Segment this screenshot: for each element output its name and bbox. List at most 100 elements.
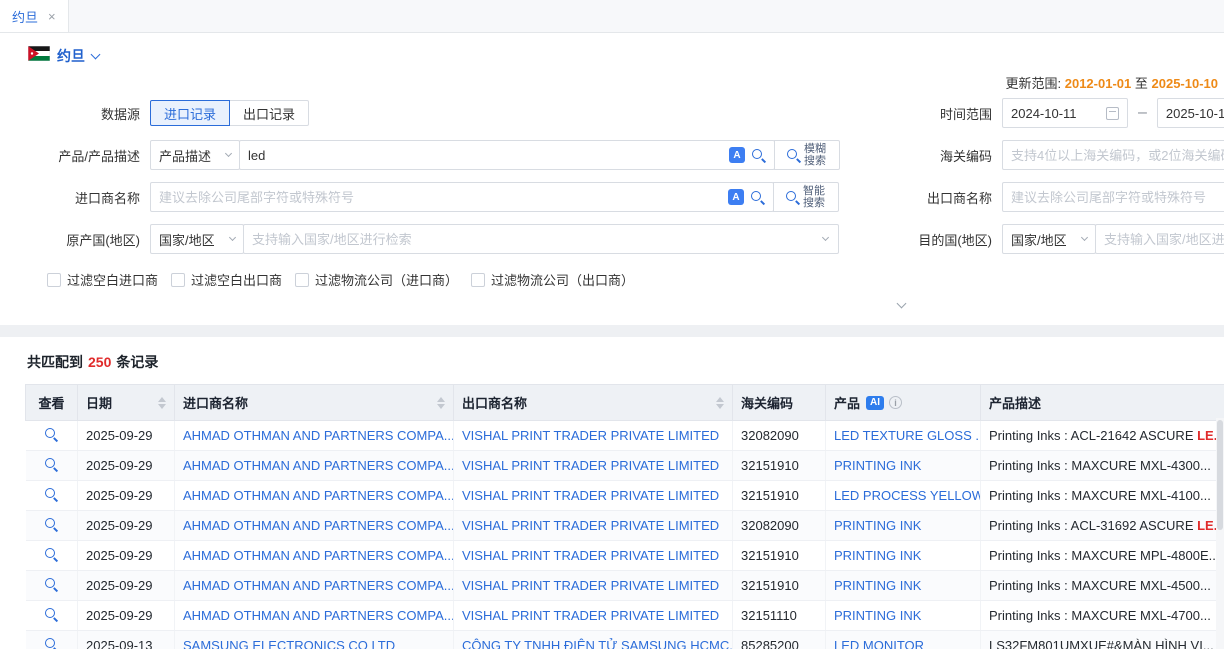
view-search-icon[interactable] (44, 517, 59, 532)
importer-link[interactable]: AHMAD OTHMAN AND PARTNERS COMPA... (183, 548, 454, 563)
view-search-icon[interactable] (44, 487, 59, 502)
filter-logistics-importer-checkbox[interactable]: 过滤物流公司（进口商） (295, 270, 458, 289)
view-search-icon[interactable] (44, 547, 59, 562)
tab-jordan[interactable]: 约旦 × (0, 0, 69, 32)
importer-link[interactable]: AHMAD OTHMAN AND PARTNERS COMPA... (183, 518, 454, 533)
vertical-scrollbar[interactable] (1216, 418, 1224, 649)
form-row-origin: 原产国(地区) 国家/地区 目的国(地区) 国家/地区 (22, 224, 1224, 254)
checkbox[interactable] (47, 273, 61, 287)
exporter-link[interactable]: VISHAL PRINT TRADER PRIVATE LIMITED (462, 608, 719, 623)
importer-link[interactable]: SAMSUNG ELECTRONICS CO LTD (183, 638, 395, 649)
product-link[interactable]: LED PROCESS YELLOW... (834, 488, 981, 503)
sort-icons[interactable] (158, 397, 166, 409)
destination-country-input[interactable] (1096, 225, 1224, 253)
product-link[interactable]: PRINTING INK (834, 458, 921, 473)
exporter-search-field (1002, 182, 1224, 212)
search-icon (786, 148, 801, 163)
collapse-chevron-icon[interactable] (897, 299, 907, 309)
hs-code-input[interactable] (1003, 141, 1224, 169)
checkbox[interactable] (295, 273, 309, 287)
origin-country-select[interactable]: 国家/地区 (150, 224, 244, 254)
chevron-down-icon[interactable] (822, 233, 829, 240)
time-range-label: 时间范围 (840, 104, 992, 123)
results-table: 查看 日期 进口商名称 出口商名称 (25, 384, 1224, 649)
import-records-tab[interactable]: 进口记录 (150, 100, 230, 126)
form-row-importer: 进口商名称 A 智能搜索 出口商名称 (22, 182, 1224, 212)
table-row[interactable]: 2025-09-29 AHMAD OTHMAN AND PARTNERS COM… (26, 451, 1224, 481)
form-row-product: 产品/产品描述 产品描述 A 模糊搜索 海关编码 (22, 140, 1224, 170)
importer-search-input[interactable] (151, 183, 722, 211)
sort-icons[interactable] (716, 397, 724, 409)
table-row[interactable]: 2025-09-29 AHMAD OTHMAN AND PARTNERS COM… (26, 571, 1224, 601)
importer-link[interactable]: AHMAD OTHMAN AND PARTNERS COMPA... (183, 608, 454, 623)
exporter-link[interactable]: CÔNG TY TNHH ĐIỆN TỬ SAMSUNG HCMC... (462, 638, 733, 649)
cell-product-desc: Printing Inks : MAXCURE MXL-4100... (981, 481, 1224, 511)
destination-country-field (1095, 224, 1224, 254)
table-row[interactable]: 2025-09-29 AHMAD OTHMAN AND PARTNERS COM… (26, 421, 1224, 451)
scrollbar-thumb[interactable] (1217, 420, 1223, 530)
table-row[interactable]: 2025-09-13 SAMSUNG ELECTRONICS CO LTD CÔ… (26, 631, 1224, 649)
form-row-datasource: 数据源 进口记录 出口记录 时间范围 2024-10-11 – 2025-10-… (22, 98, 1224, 128)
importer-link[interactable]: AHMAD OTHMAN AND PARTNERS COMPA... (183, 458, 454, 473)
view-search-icon[interactable] (44, 577, 59, 592)
table-row[interactable]: 2025-09-29 AHMAD OTHMAN AND PARTNERS COM… (26, 541, 1224, 571)
exporter-link[interactable]: VISHAL PRINT TRADER PRIVATE LIMITED (462, 518, 719, 533)
cell-hs-code: 32082090 (733, 421, 826, 451)
sort-icons[interactable] (437, 397, 445, 409)
summary-prefix: 共匹配到 (27, 354, 83, 370)
exporter-link[interactable]: VISHAL PRINT TRADER PRIVATE LIMITED (462, 428, 719, 443)
exporter-search-input[interactable] (1003, 183, 1224, 211)
table-row[interactable]: 2025-09-29 AHMAD OTHMAN AND PARTNERS COM… (26, 511, 1224, 541)
zoom-search-icon[interactable] (750, 190, 765, 205)
export-records-tab[interactable]: 出口记录 (229, 100, 309, 126)
translate-icon[interactable]: A (729, 147, 745, 163)
product-link[interactable]: PRINTING INK (834, 608, 921, 623)
exporter-link[interactable]: VISHAL PRINT TRADER PRIVATE LIMITED (462, 548, 719, 563)
col-header-exporter[interactable]: 出口商名称 (454, 385, 733, 421)
view-search-icon[interactable] (44, 427, 59, 442)
view-search-icon[interactable] (44, 457, 59, 472)
zoom-search-icon[interactable] (751, 148, 766, 163)
date-to-input[interactable]: 2025-10-10 (1157, 98, 1224, 128)
importer-link[interactable]: AHMAD OTHMAN AND PARTNERS COMPA... (183, 428, 454, 443)
filter-logistics-exporter-checkbox[interactable]: 过滤物流公司（出口商） (471, 270, 634, 289)
close-icon[interactable]: × (48, 10, 56, 23)
cell-hs-code: 32151910 (733, 481, 826, 511)
filter-blank-exporter-checkbox[interactable]: 过滤空白出口商 (171, 270, 282, 289)
col-header-date[interactable]: 日期 (78, 385, 175, 421)
translate-icon[interactable]: A (728, 189, 744, 205)
checkbox-label: 过滤空白出口商 (191, 270, 282, 289)
table-row[interactable]: 2025-09-29 AHMAD OTHMAN AND PARTNERS COM… (26, 481, 1224, 511)
country-chevron-down-icon[interactable] (91, 49, 101, 59)
cell-date: 2025-09-29 (78, 511, 175, 541)
date-to-value: 2025-10-10 (1166, 106, 1224, 121)
checkbox[interactable] (471, 273, 485, 287)
checkbox[interactable] (171, 273, 185, 287)
exporter-link[interactable]: VISHAL PRINT TRADER PRIVATE LIMITED (462, 578, 719, 593)
product-field-select[interactable]: 产品描述 (150, 140, 240, 170)
product-link[interactable]: LED TEXTURE GLOSS ... (834, 428, 981, 443)
product-link[interactable]: PRINTING INK (834, 548, 921, 563)
destination-country-select[interactable]: 国家/地区 (1002, 224, 1096, 254)
col-header-importer[interactable]: 进口商名称 (175, 385, 454, 421)
exporter-link[interactable]: VISHAL PRINT TRADER PRIVATE LIMITED (462, 458, 719, 473)
origin-country-input[interactable] (244, 225, 823, 253)
view-search-icon[interactable] (44, 607, 59, 622)
product-link[interactable]: PRINTING INK (834, 578, 921, 593)
product-link[interactable]: LED MONITOR (834, 638, 924, 649)
exporter-link[interactable]: VISHAL PRINT TRADER PRIVATE LIMITED (462, 488, 719, 503)
info-icon[interactable]: i (889, 396, 902, 409)
cell-product-desc: Printing Inks : ACL-21642 ASCURE LE... (981, 421, 1224, 451)
product-link[interactable]: PRINTING INK (834, 518, 921, 533)
table-row[interactable]: 2025-09-29 AHMAD OTHMAN AND PARTNERS COM… (26, 601, 1224, 631)
importer-link[interactable]: AHMAD OTHMAN AND PARTNERS COMPA... (183, 578, 454, 593)
date-from-input[interactable]: 2024-10-11 (1002, 98, 1128, 128)
smart-search-button[interactable]: 智能搜索 (773, 182, 839, 212)
view-search-icon[interactable] (44, 637, 59, 649)
importer-link[interactable]: AHMAD OTHMAN AND PARTNERS COMPA... (183, 488, 454, 503)
filter-blank-importer-checkbox[interactable]: 过滤空白进口商 (47, 270, 158, 289)
product-search-input[interactable] (240, 141, 723, 169)
chevron-down-icon (225, 149, 232, 156)
fuzzy-search-button[interactable]: 模糊搜索 (774, 140, 840, 170)
cell-date: 2025-09-29 (78, 571, 175, 601)
